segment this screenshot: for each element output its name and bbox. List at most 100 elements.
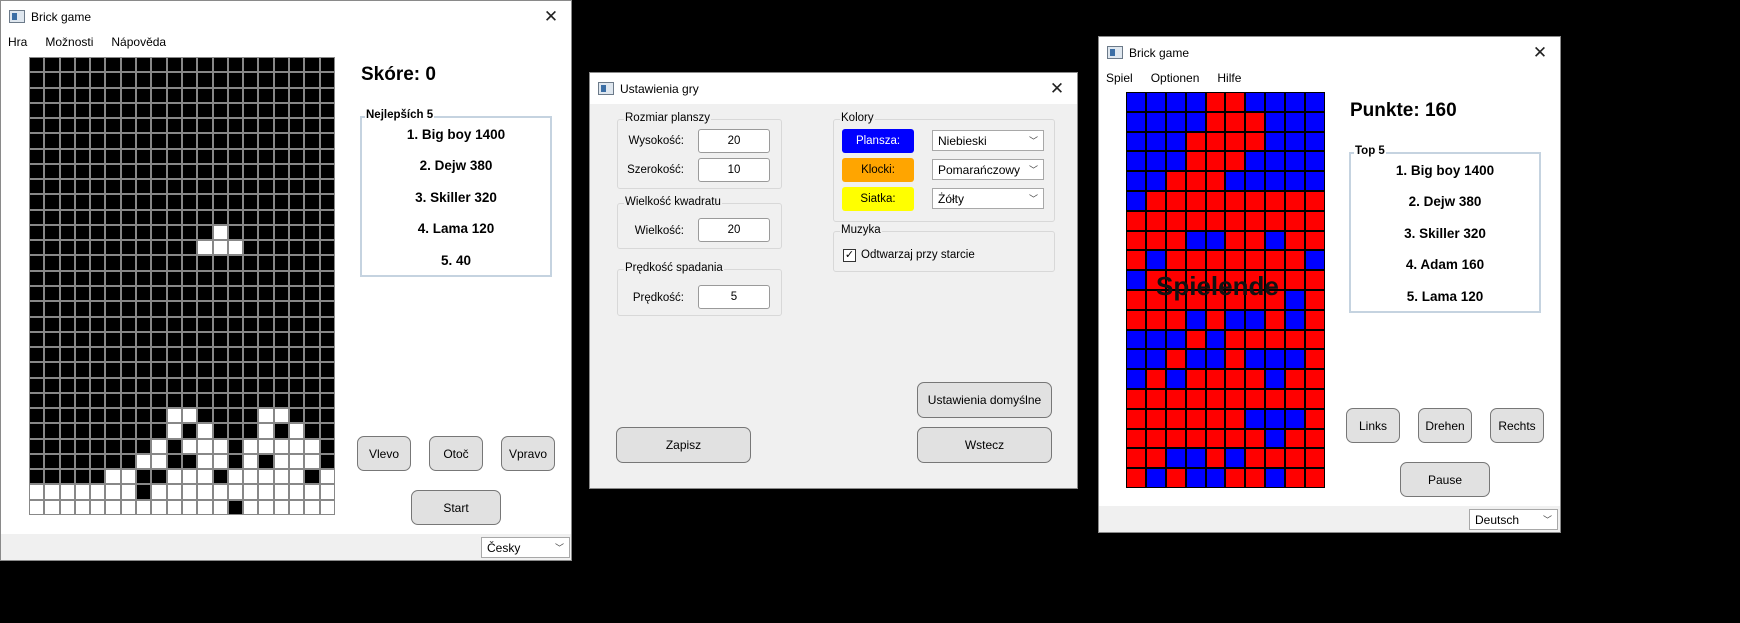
empty-cell [151, 148, 167, 164]
empty-cell [29, 347, 45, 363]
window-title: Brick game [31, 9, 92, 24]
menu-help[interactable]: Nápověda [111, 35, 166, 49]
empty-cell [59, 133, 75, 149]
brick-cell [1225, 408, 1246, 429]
empty-cell [258, 316, 274, 332]
empty-cell [258, 72, 274, 88]
board-color-select[interactable]: Niebieski ﹀ [932, 130, 1044, 151]
left-button[interactable]: Vlevo [357, 436, 411, 471]
menu-options[interactable]: Optionen [1151, 71, 1200, 85]
empty-cell [258, 255, 274, 271]
title-bar[interactable]: Brick game ✕ [1, 1, 571, 32]
empty-cell [59, 163, 75, 180]
empty-cell [151, 133, 167, 149]
brick-cell [304, 484, 320, 500]
close-icon[interactable]: ✕ [1520, 37, 1560, 68]
grid-color-value: Żółty [938, 191, 965, 206]
empty-cell [44, 270, 60, 286]
title-bar[interactable]: Ustawienia gry ✕ [590, 73, 1077, 104]
top-score-entry: 5. Lama 120 [1406, 289, 1484, 304]
rotate-button[interactable]: Drehen [1418, 408, 1472, 443]
brick-cell [1185, 210, 1206, 231]
menu-help[interactable]: Hilfe [1217, 71, 1241, 85]
brick-cell [1285, 428, 1306, 449]
empty-cell [90, 408, 106, 424]
empty-cell [120, 194, 137, 210]
menu-options[interactable]: Možnosti [45, 35, 93, 49]
right-button[interactable]: Vpravo [501, 436, 555, 471]
empty-cell [136, 194, 152, 210]
grid-color-select[interactable]: Żółty ﹀ [932, 188, 1044, 209]
brick-cell [120, 469, 137, 485]
empty-cell [90, 209, 106, 225]
empty-cell [289, 255, 305, 271]
speed-input[interactable]: 5 [698, 285, 770, 309]
empty-cell [74, 469, 91, 485]
start-button[interactable]: Start [411, 490, 501, 525]
brick-cell [258, 469, 274, 485]
right-button[interactable]: Rechts [1490, 408, 1544, 443]
empty-cell [74, 57, 91, 73]
empty-cell [120, 118, 137, 134]
empty-cell [212, 270, 228, 286]
brick-cell [1185, 329, 1206, 350]
empty-cell [212, 423, 228, 439]
empty-cell [273, 316, 290, 332]
title-bar[interactable]: Brick game ✕ [1099, 37, 1560, 68]
empty-cell [197, 347, 213, 363]
menu-game[interactable]: Hra [8, 35, 27, 49]
empty-cell [319, 240, 335, 256]
brick-cell [1225, 349, 1246, 370]
empty-cell [197, 408, 213, 424]
empty-cell [166, 301, 182, 317]
empty-cell [29, 87, 45, 103]
pause-button[interactable]: Pause [1400, 462, 1490, 497]
empty-cell [59, 347, 75, 363]
empty-cell [289, 148, 305, 164]
defaults-button[interactable]: Ustawienia domyślne [917, 382, 1052, 418]
brick-cell [1305, 408, 1325, 429]
language-select[interactable]: Deutsch ﹀ [1469, 509, 1558, 530]
square-size-input[interactable]: 20 [698, 218, 770, 242]
bricks-color-select[interactable]: Pomarańczowy ﹀ [932, 159, 1044, 180]
empty-cell [166, 240, 182, 256]
empty-cell [1126, 349, 1146, 370]
empty-cell [59, 87, 75, 103]
empty-cell [319, 118, 335, 134]
autoplay-checkbox[interactable]: ✓ [843, 249, 856, 262]
empty-cell [181, 423, 198, 439]
empty-cell [319, 224, 335, 241]
empty-cell [151, 118, 167, 134]
empty-cell [273, 392, 290, 409]
brick-cell [1225, 210, 1246, 231]
empty-cell [59, 331, 75, 348]
brick-cell [1285, 270, 1306, 290]
empty-cell [44, 133, 60, 149]
brick-cell [1205, 190, 1226, 211]
empty-cell [212, 392, 228, 409]
empty-cell [181, 87, 198, 103]
back-button[interactable]: Wstecz [917, 427, 1052, 463]
empty-cell [227, 392, 244, 409]
empty-cell [74, 453, 91, 470]
empty-cell [151, 331, 167, 348]
close-icon[interactable]: ✕ [531, 1, 571, 32]
rotate-button[interactable]: Otoč [429, 436, 483, 471]
brick-cell [74, 499, 91, 515]
empty-cell [319, 87, 335, 103]
menu-game[interactable]: Spiel [1106, 71, 1133, 85]
left-button[interactable]: Links [1346, 408, 1400, 443]
empty-cell [1126, 151, 1146, 172]
width-input[interactable]: 10 [698, 158, 770, 182]
brick-cell [1165, 428, 1186, 449]
brick-cell [1305, 369, 1325, 389]
language-select[interactable]: Česky ﹀ [481, 537, 570, 558]
close-icon[interactable]: ✕ [1037, 73, 1077, 104]
brick-cell [1225, 369, 1246, 389]
empty-cell [1265, 92, 1286, 112]
brick-cell [90, 499, 106, 515]
empty-cell [120, 331, 137, 348]
save-button[interactable]: Zapisz [616, 427, 751, 463]
height-input[interactable]: 20 [698, 129, 770, 153]
brick-cell [197, 484, 213, 500]
